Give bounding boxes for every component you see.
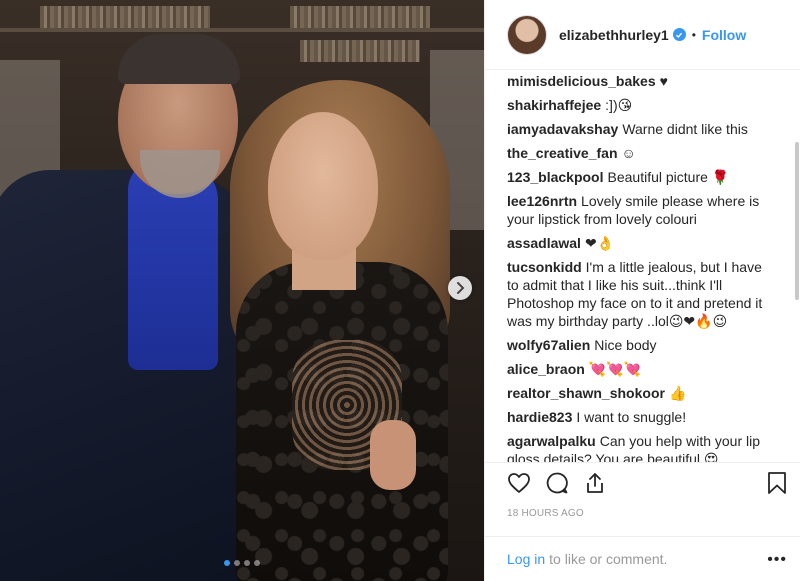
comment-username[interactable]: alice_braon [507,361,585,377]
comment-username[interactable]: lee126nrtn [507,193,577,209]
comment-text: Warne didnt like this [622,121,748,137]
comment-username[interactable]: shakirhaffejee [507,97,601,113]
carousel-dot [244,560,250,566]
carousel-dot [254,560,260,566]
comment-item: wolfy67alien Nice body [507,336,769,354]
post-username[interactable]: elizabethhurley1 [559,27,669,43]
comment-item: iamyadavakshay Warne didnt like this [507,120,769,138]
comment-item: shakirhaffejee:])😘 [507,96,769,114]
comment-text: ♥ [659,73,668,89]
comment-username[interactable]: mimisdelicious_bakes [507,73,656,89]
follow-button[interactable]: Follow [702,27,746,43]
action-bar [485,462,800,502]
comment-username[interactable]: the_creative_fan [507,145,618,161]
post-header: elizabethhurley1 • Follow [485,0,800,70]
post-sidebar: elizabethhurley1 • Follow mimisdelicious… [484,0,800,581]
share-icon [587,473,603,493]
comment-username[interactable]: assadlawal [507,235,581,251]
comment-item: tucsonkidd I'm a little jealous, but I ha… [507,258,769,330]
comment-item: alice_braon 💘💘💘 [507,360,769,378]
carousel-dot [234,560,240,566]
carousel-next-button[interactable] [448,276,472,300]
carousel-indicator [0,560,484,566]
carousel-dot [224,560,230,566]
comment-item: lee126nrtn Lovely smile please where is y… [507,192,769,228]
comment-username[interactable]: iamyadavakshay [507,121,618,137]
post-photo[interactable] [0,0,484,581]
comment-item: the_creative_fan ☺ [507,144,769,162]
comment-text: 👍 [668,385,687,401]
comment-item: realtor_shawn_shokoor 👍 [507,384,769,402]
save-button[interactable] [763,469,791,497]
verified-badge-icon [672,28,686,41]
comment-text: ☺ [621,145,636,161]
comments-list[interactable]: mimisdelicious_bakes ♥ shakirhaffejee:])😘 i… [485,70,785,462]
bookmark-icon [768,472,786,494]
comment-text: ❤👌 [584,235,615,251]
comment-text: I want to snuggle! [576,409,687,425]
instagram-post: elizabethhurley1 • Follow mimisdelicious… [0,0,800,581]
post-timestamp: 18 HOURS AGO [507,508,584,519]
comment-username[interactable]: agarwalpalku [507,433,596,449]
avatar[interactable] [507,14,547,55]
comment-item: agarwalpalku Can you help with your lip g… [507,432,769,462]
like-button[interactable] [505,469,533,497]
comment-footer: Log in to like or comment. ••• [485,536,800,581]
comment-username[interactable]: wolfy67alien [507,337,590,353]
comment-item: mimisdelicious_bakes ♥ [507,72,769,90]
comments-scrollbar[interactable] [795,142,799,300]
comment-text: 💘💘💘 [588,361,642,377]
comment-text: :])😘 [605,97,633,113]
comment-button[interactable] [543,469,571,497]
heart-icon [508,473,530,493]
comment-item: hardie823 I want to snuggle! [507,408,769,426]
comment-item: assadlawal ❤👌 [507,234,769,252]
separator-dot: • [691,27,696,42]
chevron-right-icon [457,282,465,294]
comment-text: Nice body [594,337,657,353]
share-button[interactable] [581,469,609,497]
comment-bubble-icon [546,472,568,494]
comment-username[interactable]: realtor_shawn_shokoor [507,385,665,401]
comment-username[interactable]: 123_blackpool [507,169,604,185]
comment-username[interactable]: tucsonkidd [507,259,582,275]
login-prompt-text: to like or comment. [549,551,668,567]
login-link[interactable]: Log in [507,551,545,567]
comment-text: Beautiful picture 🌹 [607,169,730,185]
more-options-button[interactable]: ••• [767,551,787,569]
comment-username[interactable]: hardie823 [507,409,572,425]
comment-item: 123_blackpool Beautiful picture 🌹 [507,168,769,186]
